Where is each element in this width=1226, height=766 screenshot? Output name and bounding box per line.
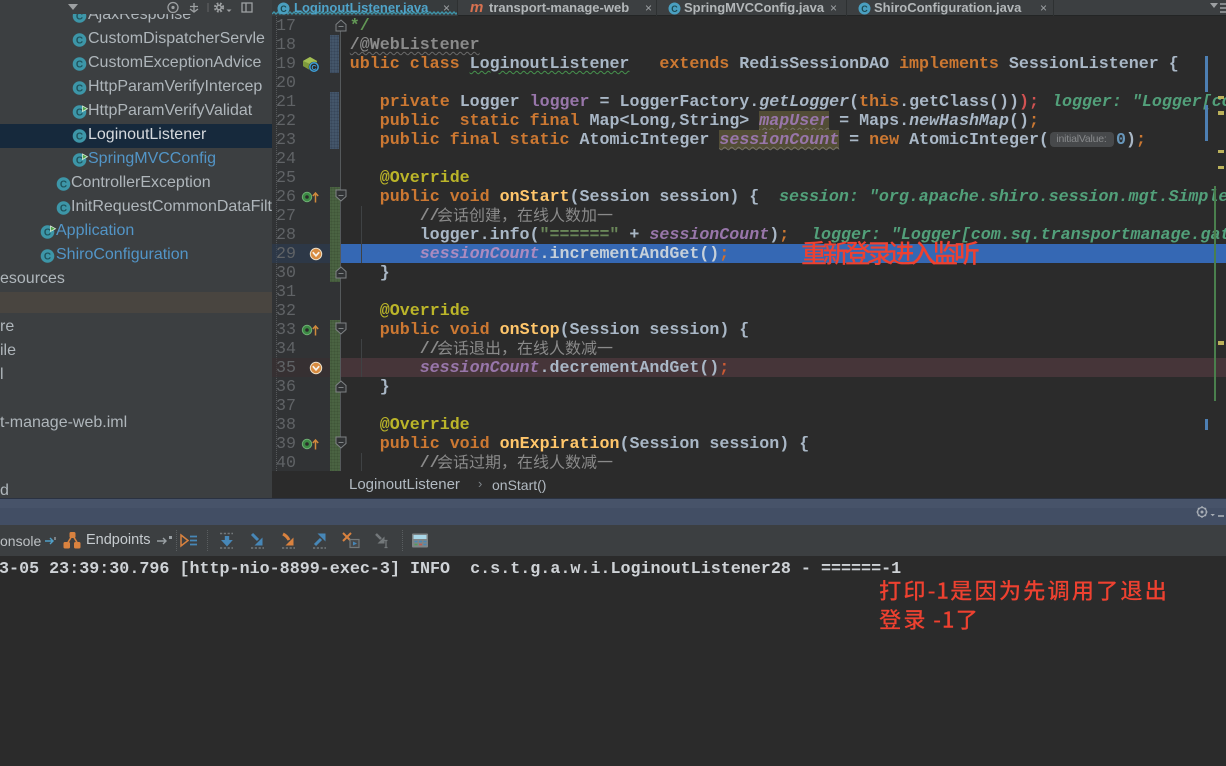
svg-text:C: C bbox=[671, 4, 678, 14]
svg-text:C: C bbox=[44, 251, 51, 262]
svg-text:C: C bbox=[311, 65, 316, 72]
svg-text:C: C bbox=[76, 107, 83, 118]
svg-text:C: C bbox=[76, 131, 83, 142]
svg-text:C: C bbox=[60, 179, 67, 190]
svg-text:C: C bbox=[76, 155, 83, 166]
svg-text:C: C bbox=[76, 59, 83, 70]
svg-text:C: C bbox=[280, 4, 287, 14]
svg-text:C: C bbox=[861, 4, 868, 14]
svg-text:C: C bbox=[76, 35, 83, 46]
svg-text:C: C bbox=[76, 83, 83, 94]
svg-text:C: C bbox=[44, 227, 51, 238]
svg-text:C: C bbox=[60, 203, 67, 214]
